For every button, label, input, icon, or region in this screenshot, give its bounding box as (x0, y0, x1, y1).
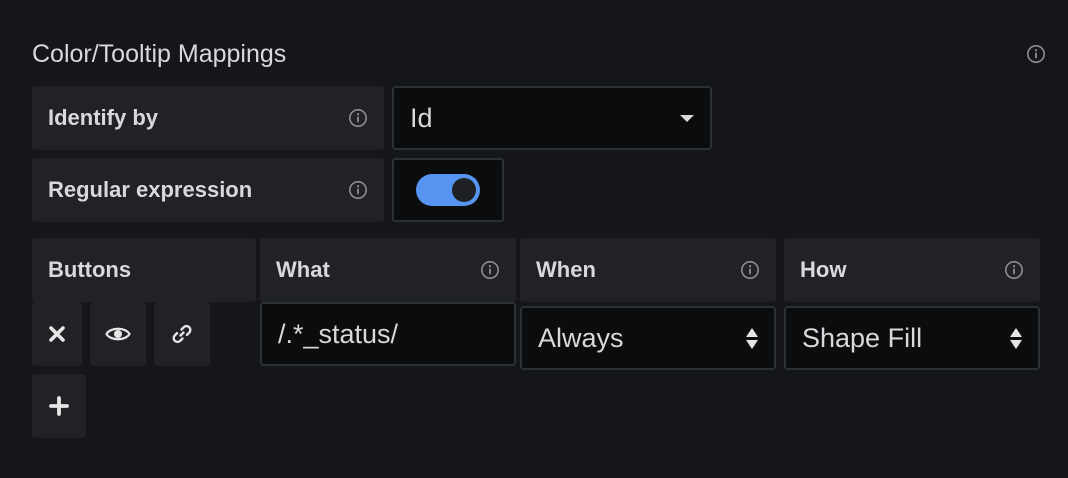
how-select-value: Shape Fill (802, 322, 923, 353)
identify-by-value: Id (410, 102, 433, 133)
what-pattern-value: /.*_status/ (278, 318, 399, 349)
how-select[interactable]: Shape Fill (784, 306, 1040, 370)
plus-icon (49, 396, 69, 416)
what-column-header: What (260, 238, 516, 302)
buttons-column-header: Buttons (32, 238, 256, 302)
when-column-label: When (536, 257, 596, 282)
link-mapping-button[interactable] (154, 302, 210, 366)
link-icon (172, 324, 192, 344)
info-icon[interactable] (740, 260, 760, 280)
how-column-label: How (800, 257, 847, 282)
identify-by-label: Identify by (48, 105, 159, 130)
how-column-header: How (784, 238, 1040, 302)
when-column-header: When (520, 238, 776, 302)
regular-expression-toggle[interactable] (416, 174, 480, 206)
identify-by-label-box: Identify by (32, 86, 384, 150)
section-title: Color/Tooltip Mappings (32, 40, 287, 68)
regular-expression-label: Regular expression (48, 177, 253, 202)
eye-icon (105, 327, 131, 341)
buttons-column-label: Buttons (48, 257, 132, 282)
regular-expression-toggle-wrap (392, 158, 504, 222)
what-column-label: What (276, 257, 330, 282)
toggle-knob (452, 178, 476, 202)
what-pattern-input[interactable]: /.*_status/ (260, 302, 516, 366)
sort-arrows-icon (746, 327, 758, 349)
toggle-visibility-button[interactable] (90, 302, 146, 366)
info-icon[interactable] (348, 180, 368, 200)
close-icon (49, 326, 65, 342)
when-select-value: Always (538, 322, 624, 353)
info-icon[interactable] (1026, 44, 1046, 64)
info-icon[interactable] (1004, 260, 1024, 280)
info-icon[interactable] (348, 108, 368, 128)
sort-arrows-icon (1010, 327, 1022, 349)
identify-by-select[interactable]: Id (392, 86, 712, 150)
remove-mapping-button[interactable] (32, 302, 82, 366)
add-mapping-button[interactable] (32, 374, 86, 438)
when-select[interactable]: Always (520, 306, 776, 370)
chevron-down-icon (680, 114, 694, 122)
regular-expression-label-box: Regular expression (32, 158, 384, 222)
color-tooltip-mappings-panel: Color/Tooltip Mappings Identify by Id Re… (0, 0, 1068, 478)
info-icon[interactable] (480, 260, 500, 280)
